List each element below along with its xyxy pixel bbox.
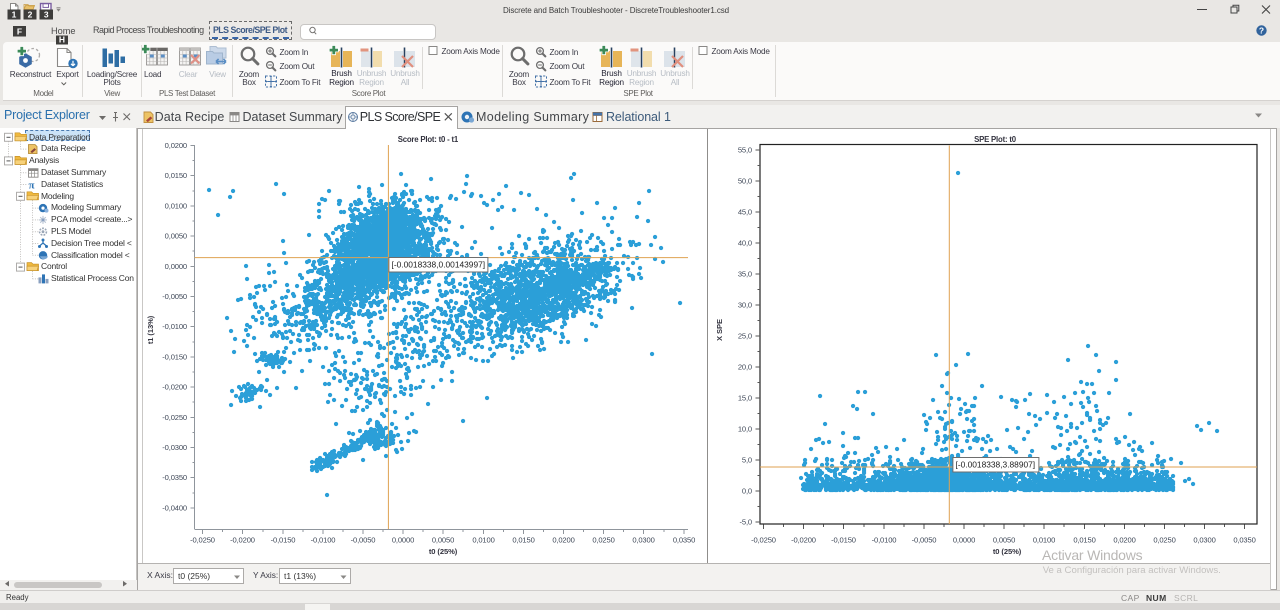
svg-text:?: ?: [1259, 26, 1264, 36]
svg-text:F: F: [17, 26, 22, 36]
svg-text:2: 2: [28, 9, 33, 19]
svg-text:3: 3: [44, 9, 49, 19]
svg-text:1: 1: [12, 9, 17, 19]
